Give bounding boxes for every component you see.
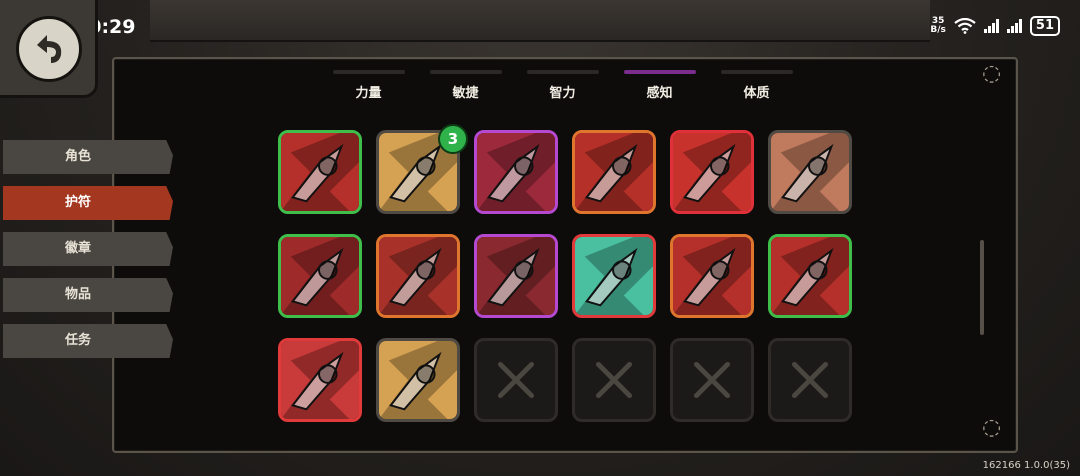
empty-charm-slot[interactable] bbox=[670, 338, 754, 422]
ornament-corner-icon: ◌ bbox=[982, 415, 1002, 440]
tab-constitution[interactable]: 体质 bbox=[708, 70, 805, 101]
charm-panel: ◌ ◌ bbox=[112, 57, 1018, 453]
pink-swirl-charm-icon bbox=[281, 237, 359, 315]
shell-ammo-charm-icon bbox=[771, 133, 849, 211]
tab-agility[interactable]: 敏捷 bbox=[417, 70, 514, 101]
signal-icon bbox=[1006, 19, 1022, 33]
charm-slot[interactable] bbox=[670, 130, 754, 214]
back-button[interactable] bbox=[0, 0, 98, 98]
side-item-character[interactable]: 角色 bbox=[3, 140, 173, 174]
red-arrow-charm-icon bbox=[281, 133, 359, 211]
charm-level-badge: 3 bbox=[438, 124, 468, 154]
spear-tip-charm-icon bbox=[477, 237, 555, 315]
empty-charm-slot[interactable] bbox=[572, 338, 656, 422]
charm-slot[interactable] bbox=[474, 234, 558, 318]
tab-strength[interactable]: 力量 bbox=[320, 70, 417, 101]
empty-charm-slot[interactable] bbox=[768, 338, 852, 422]
charm-slot[interactable] bbox=[474, 130, 558, 214]
version-label: 162166 1.0.0(35) bbox=[982, 460, 1070, 471]
charm-slot[interactable] bbox=[768, 130, 852, 214]
charm-slot[interactable] bbox=[768, 234, 852, 318]
charm-slot[interactable] bbox=[376, 338, 460, 422]
side-item-quests[interactable]: 任务 bbox=[3, 324, 173, 358]
golden-helm-charm-icon bbox=[379, 237, 457, 315]
charm-slot[interactable] bbox=[278, 130, 362, 214]
back-arrow-icon bbox=[16, 16, 82, 82]
charm-slot[interactable] bbox=[572, 130, 656, 214]
charm-slot[interactable] bbox=[278, 234, 362, 318]
status-bar: 00:29 35 B/s 51 bbox=[0, 0, 1080, 56]
charm-slot[interactable] bbox=[572, 234, 656, 318]
empty-slot bbox=[595, 361, 633, 399]
charm-slot[interactable] bbox=[376, 234, 460, 318]
charm-slot[interactable] bbox=[278, 338, 362, 422]
empty-slot bbox=[693, 361, 731, 399]
lightning-swirl-charm-icon bbox=[281, 341, 359, 419]
rising-sun-charm-icon bbox=[379, 341, 457, 419]
attribute-tabs: 力量 敏捷 智力 感知 体质 bbox=[320, 70, 805, 101]
grabbing-hand-charm-icon bbox=[477, 133, 555, 211]
side-item-items[interactable]: 物品 bbox=[3, 278, 173, 312]
status-icons: 35 B/s 51 bbox=[930, 16, 1060, 36]
green-spear-charm-icon bbox=[575, 133, 653, 211]
network-speed: 35 B/s bbox=[930, 16, 946, 35]
fang-tooth-charm-icon bbox=[673, 237, 751, 315]
side-item-charm[interactable]: 护符 bbox=[3, 186, 173, 220]
empty-slot bbox=[791, 361, 829, 399]
empty-slot bbox=[497, 361, 535, 399]
masked-face-charm-icon bbox=[673, 133, 751, 211]
scrollbar[interactable] bbox=[980, 240, 984, 335]
signal-icon bbox=[983, 19, 999, 33]
ornament-corner-icon: ◌ bbox=[982, 61, 1002, 86]
tab-perception[interactable]: 感知 bbox=[611, 70, 708, 101]
wifi-icon bbox=[954, 18, 976, 34]
side-item-badge[interactable]: 徽章 bbox=[3, 232, 173, 266]
dark-hand-charm-icon bbox=[771, 237, 849, 315]
teal-claw-charm-icon bbox=[575, 237, 653, 315]
battery-icon: 51 bbox=[1029, 16, 1060, 36]
charm-slot[interactable] bbox=[670, 234, 754, 318]
empty-charm-slot[interactable] bbox=[474, 338, 558, 422]
tab-intellect[interactable]: 智力 bbox=[514, 70, 611, 101]
